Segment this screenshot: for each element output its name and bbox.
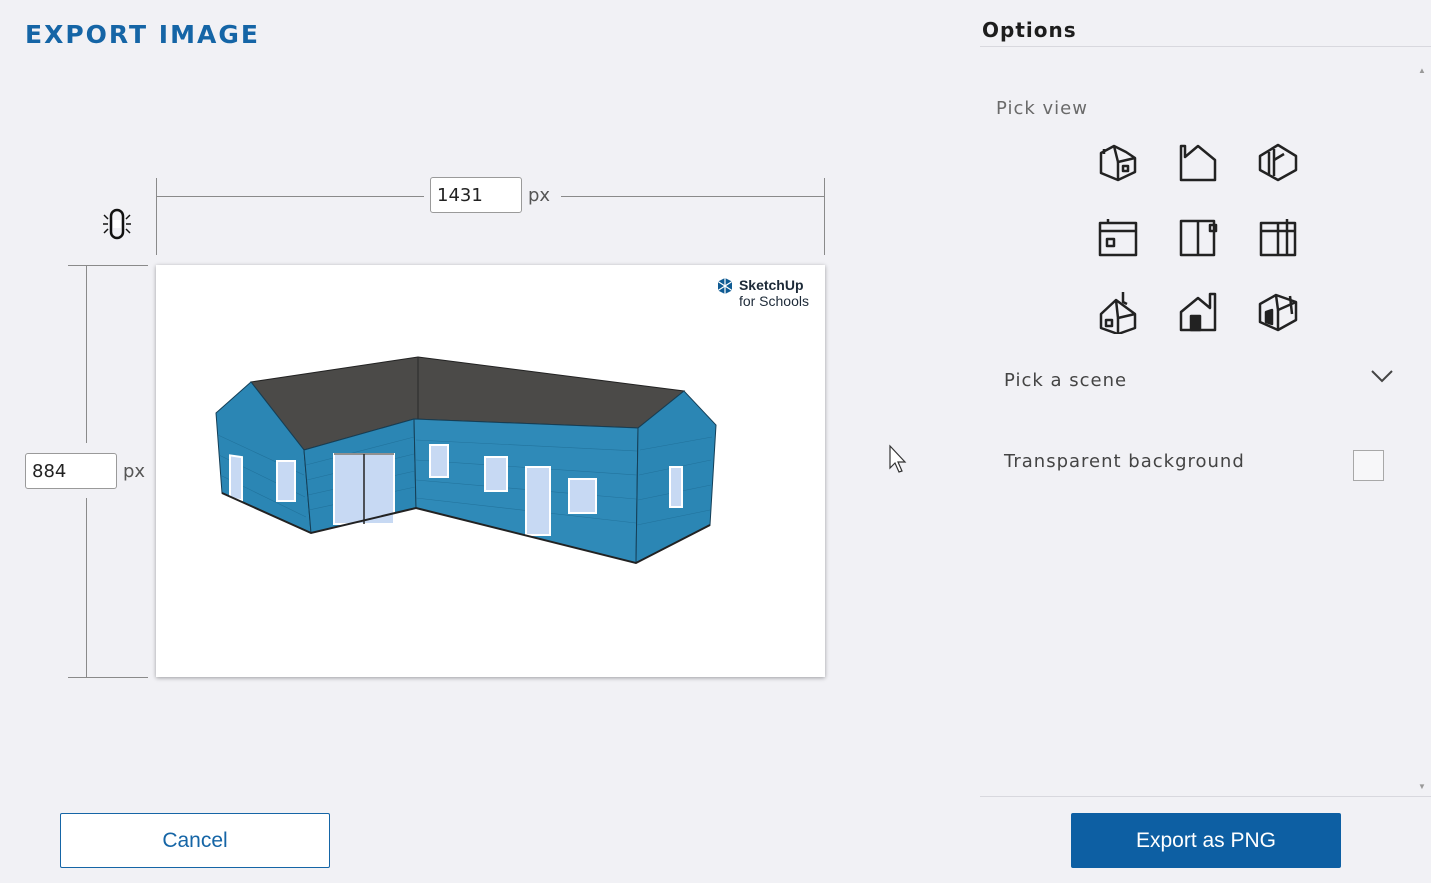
height-dimension-tick-top — [68, 265, 148, 266]
chevron-down-icon — [1371, 370, 1393, 383]
back-view-icon[interactable] — [1256, 215, 1300, 259]
width-unit-label: px — [528, 185, 551, 206]
width-dimension-tick-right — [824, 178, 825, 255]
height-dimension-tick-bottom — [68, 677, 148, 678]
sketchup-logo-icon — [717, 278, 733, 294]
width-dimension-line-right — [561, 196, 824, 197]
house-model-image — [215, 356, 717, 565]
transparent-background-label: Transparent background — [1004, 451, 1245, 472]
height-dimension-line-top — [86, 265, 87, 443]
left-view-icon[interactable] — [1176, 290, 1220, 334]
pick-view-label: Pick view — [996, 98, 1088, 119]
sketchup-logo: SketchUp for Schools — [716, 277, 809, 309]
bottom-iso-view-icon[interactable] — [1256, 290, 1300, 334]
export-png-button[interactable]: Export as PNG — [1071, 813, 1341, 868]
width-dimension-line-left — [156, 196, 424, 197]
iso-top-view-icon[interactable] — [1256, 140, 1300, 184]
export-preview: SketchUp for Schools — [156, 265, 825, 677]
pick-scene-label: Pick a scene — [1004, 370, 1128, 391]
options-divider-bottom — [980, 796, 1431, 797]
width-input[interactable] — [430, 177, 522, 213]
mouse-cursor-icon — [889, 444, 907, 473]
front-view-icon[interactable] — [1096, 215, 1140, 259]
right-view-icon[interactable] — [1176, 215, 1220, 259]
left-iso-view-icon[interactable] — [1096, 290, 1140, 336]
iso-view-icon[interactable] — [1096, 140, 1140, 184]
height-dimension-line-bottom — [86, 498, 87, 677]
transparent-background-checkbox[interactable] — [1353, 450, 1384, 481]
width-dimension-tick-left — [156, 178, 157, 255]
options-divider-top — [980, 46, 1431, 47]
cancel-button[interactable]: Cancel — [60, 813, 330, 868]
options-title: Options — [982, 18, 1077, 42]
link-icon[interactable] — [100, 207, 134, 241]
dialog-title: EXPORT IMAGE — [25, 20, 260, 49]
scroll-up-icon[interactable]: ▲ — [1418, 66, 1426, 75]
top-view-icon[interactable] — [1176, 140, 1220, 184]
pick-scene-dropdown[interactable]: Pick a scene — [1004, 364, 1394, 400]
brand-line1: SketchUp — [738, 277, 804, 293]
scroll-down-icon[interactable]: ▼ — [1418, 782, 1426, 791]
height-unit-label: px — [123, 461, 146, 482]
brand-line2: for Schools — [738, 293, 809, 309]
height-input[interactable] — [25, 453, 117, 489]
